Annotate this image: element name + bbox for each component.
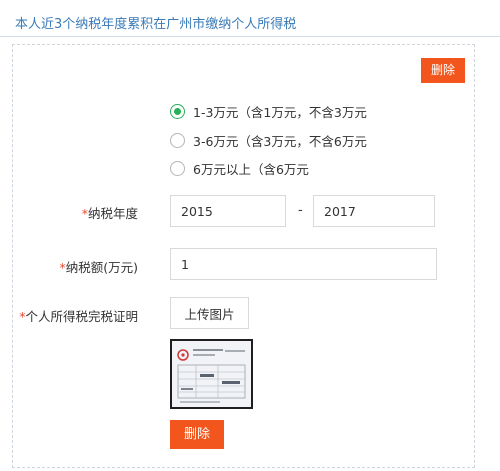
radio-option-label: 3-6万元（含3万元，不含6万元 <box>193 133 367 149</box>
delete-button-bottom[interactable]: 删除 <box>170 420 224 449</box>
header-divider <box>0 36 500 37</box>
radio-unchecked-icon[interactable] <box>170 132 185 148</box>
tax-amount-label: *纳税额(万元) <box>59 260 138 275</box>
radio-option-label: 1-3万元（含1万元，不含3万元 <box>193 104 367 120</box>
certificate-label: *个人所得税完税证明 <box>19 309 138 324</box>
radio-option-1[interactable]: 1-3万元（含1万元，不含3万元 <box>170 101 367 121</box>
tax-year-label: *纳税年度 <box>81 206 138 221</box>
radio-option-label: 6万元以上（含6万元 <box>193 161 309 177</box>
radio-unchecked-icon[interactable] <box>170 160 185 176</box>
delete-button-top[interactable]: 删除 <box>421 58 465 83</box>
tax-certificate-image <box>172 341 251 407</box>
radio-checked-icon[interactable] <box>170 103 185 119</box>
certificate-thumbnail[interactable] <box>170 339 253 409</box>
tax-year-to-input[interactable] <box>313 195 435 227</box>
year-separator: - <box>298 203 303 218</box>
upload-image-button[interactable]: 上传图片 <box>170 297 249 329</box>
page-title: 本人近3个纳税年度累积在广州市缴纳个人所得税 <box>15 17 297 32</box>
radio-option-3[interactable]: 6万元以上（含6万元 <box>170 158 309 178</box>
tax-amount-input[interactable] <box>170 248 437 280</box>
radio-option-2[interactable]: 3-6万元（含3万元，不含6万元 <box>170 130 367 150</box>
tax-year-from-input[interactable] <box>170 195 286 227</box>
